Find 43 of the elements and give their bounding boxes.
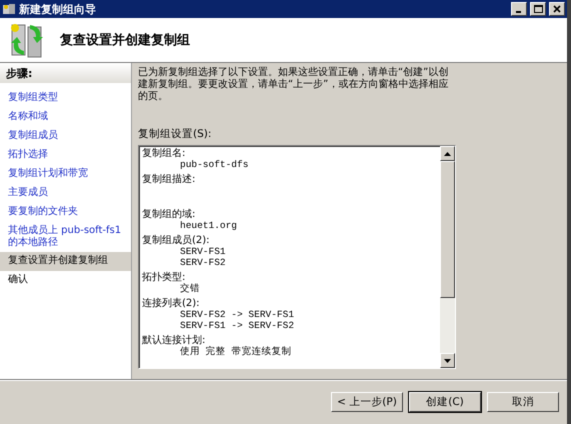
page-title: 复查设置并创建复制组 (60, 32, 190, 49)
window-title: 新建复制组向导 (19, 2, 97, 16)
setting-value: SERV-FS1 (179, 246, 227, 257)
app-icon (2, 2, 16, 16)
close-icon (553, 5, 561, 13)
setting-value: 交错 (179, 283, 201, 294)
step-link[interactable]: 复制组计划和带宽 (0, 165, 131, 184)
wizard-button[interactable]: 取消 (487, 392, 559, 412)
setting-label: 复制组成员(2): (142, 235, 211, 246)
step-link[interactable]: 要复制的文件夹 (0, 203, 131, 222)
setting-label: 拓扑类型: (142, 272, 186, 283)
setting-label: 默认连接计划: (142, 335, 206, 346)
scroll-up-icon[interactable] (444, 152, 451, 156)
wizard-button[interactable]: < 上一步(P) (331, 392, 403, 412)
setting-label: 复制组名: (142, 148, 186, 159)
scrollbar[interactable] (440, 146, 455, 368)
step-link[interactable]: 复制组类型 (0, 89, 131, 108)
step-link[interactable]: 复制组成员 (0, 127, 131, 146)
wizard-button[interactable]: 创建(C) (409, 392, 481, 412)
setting-value: pub-soft-dfs (179, 159, 250, 170)
minimize-button[interactable] (511, 2, 527, 16)
step-link[interactable]: 名称和域 (0, 108, 131, 127)
step-link[interactable]: 拓扑选择 (0, 146, 131, 165)
setting-label: 复制组的域: (142, 209, 196, 220)
replication-icon (8, 21, 46, 59)
scroll-down-icon[interactable] (444, 358, 451, 362)
setting-value: heuet1.org (179, 220, 238, 231)
maximize-icon (534, 5, 542, 13)
setting-value: 使用 完整 带宽连续复制 (179, 346, 292, 357)
steps-heading: 步骤: (0, 63, 131, 83)
close-button[interactable] (549, 2, 565, 16)
setting-value: SERV-FS2 (179, 257, 227, 268)
settings-label: 复制组设置(S): (138, 127, 212, 141)
step-item: 确认 (7, 273, 29, 287)
maximize-button[interactable] (530, 2, 546, 16)
step-link[interactable]: 其他成员上 pub-soft-fs1 的本地路径 (0, 222, 131, 252)
step-link[interactable]: 主要成员 (0, 184, 131, 203)
step-item: 复查设置并创建复制组 (0, 252, 131, 271)
setting-value: SERV-FS1 -> SERV-FS2 (179, 320, 296, 331)
setting-value: SERV-FS2 -> SERV-FS1 (179, 309, 296, 320)
setting-label: 连接列表(2): (142, 298, 201, 309)
intro-text: 已为新复制组选择了以下设置。如果这些设置正确，请单击“创建”以创建新复制组。要更改设置，请单击“上一步”，或在方向窗格中选择相应的页。 (138, 67, 450, 103)
setting-label: 复制组描述: (142, 174, 196, 185)
